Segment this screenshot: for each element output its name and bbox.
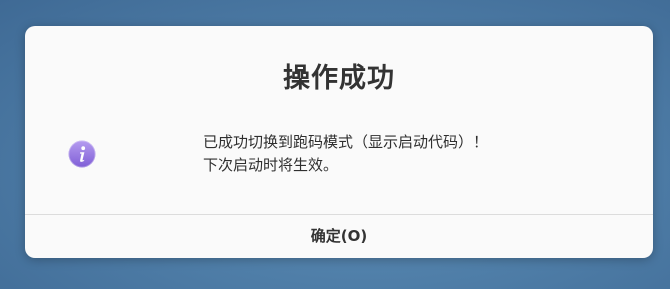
ok-button[interactable]: 确定(O) — [25, 215, 653, 258]
info-icon — [68, 140, 96, 168]
message-line-2: 下次启动时将生效。 — [203, 156, 339, 174]
success-dialog: 操作成功 已成功切换到跑码模式（显示启动代码）！ 下次启动时将生效。 确定(O) — [25, 26, 653, 258]
message-line-1: 已成功切换到跑码模式（显示启动代码）！ — [203, 133, 489, 151]
dialog-message: 已成功切换到跑码模式（显示启动代码）！ 下次启动时将生效。 — [203, 131, 623, 177]
dialog-title: 操作成功 — [283, 63, 395, 94]
